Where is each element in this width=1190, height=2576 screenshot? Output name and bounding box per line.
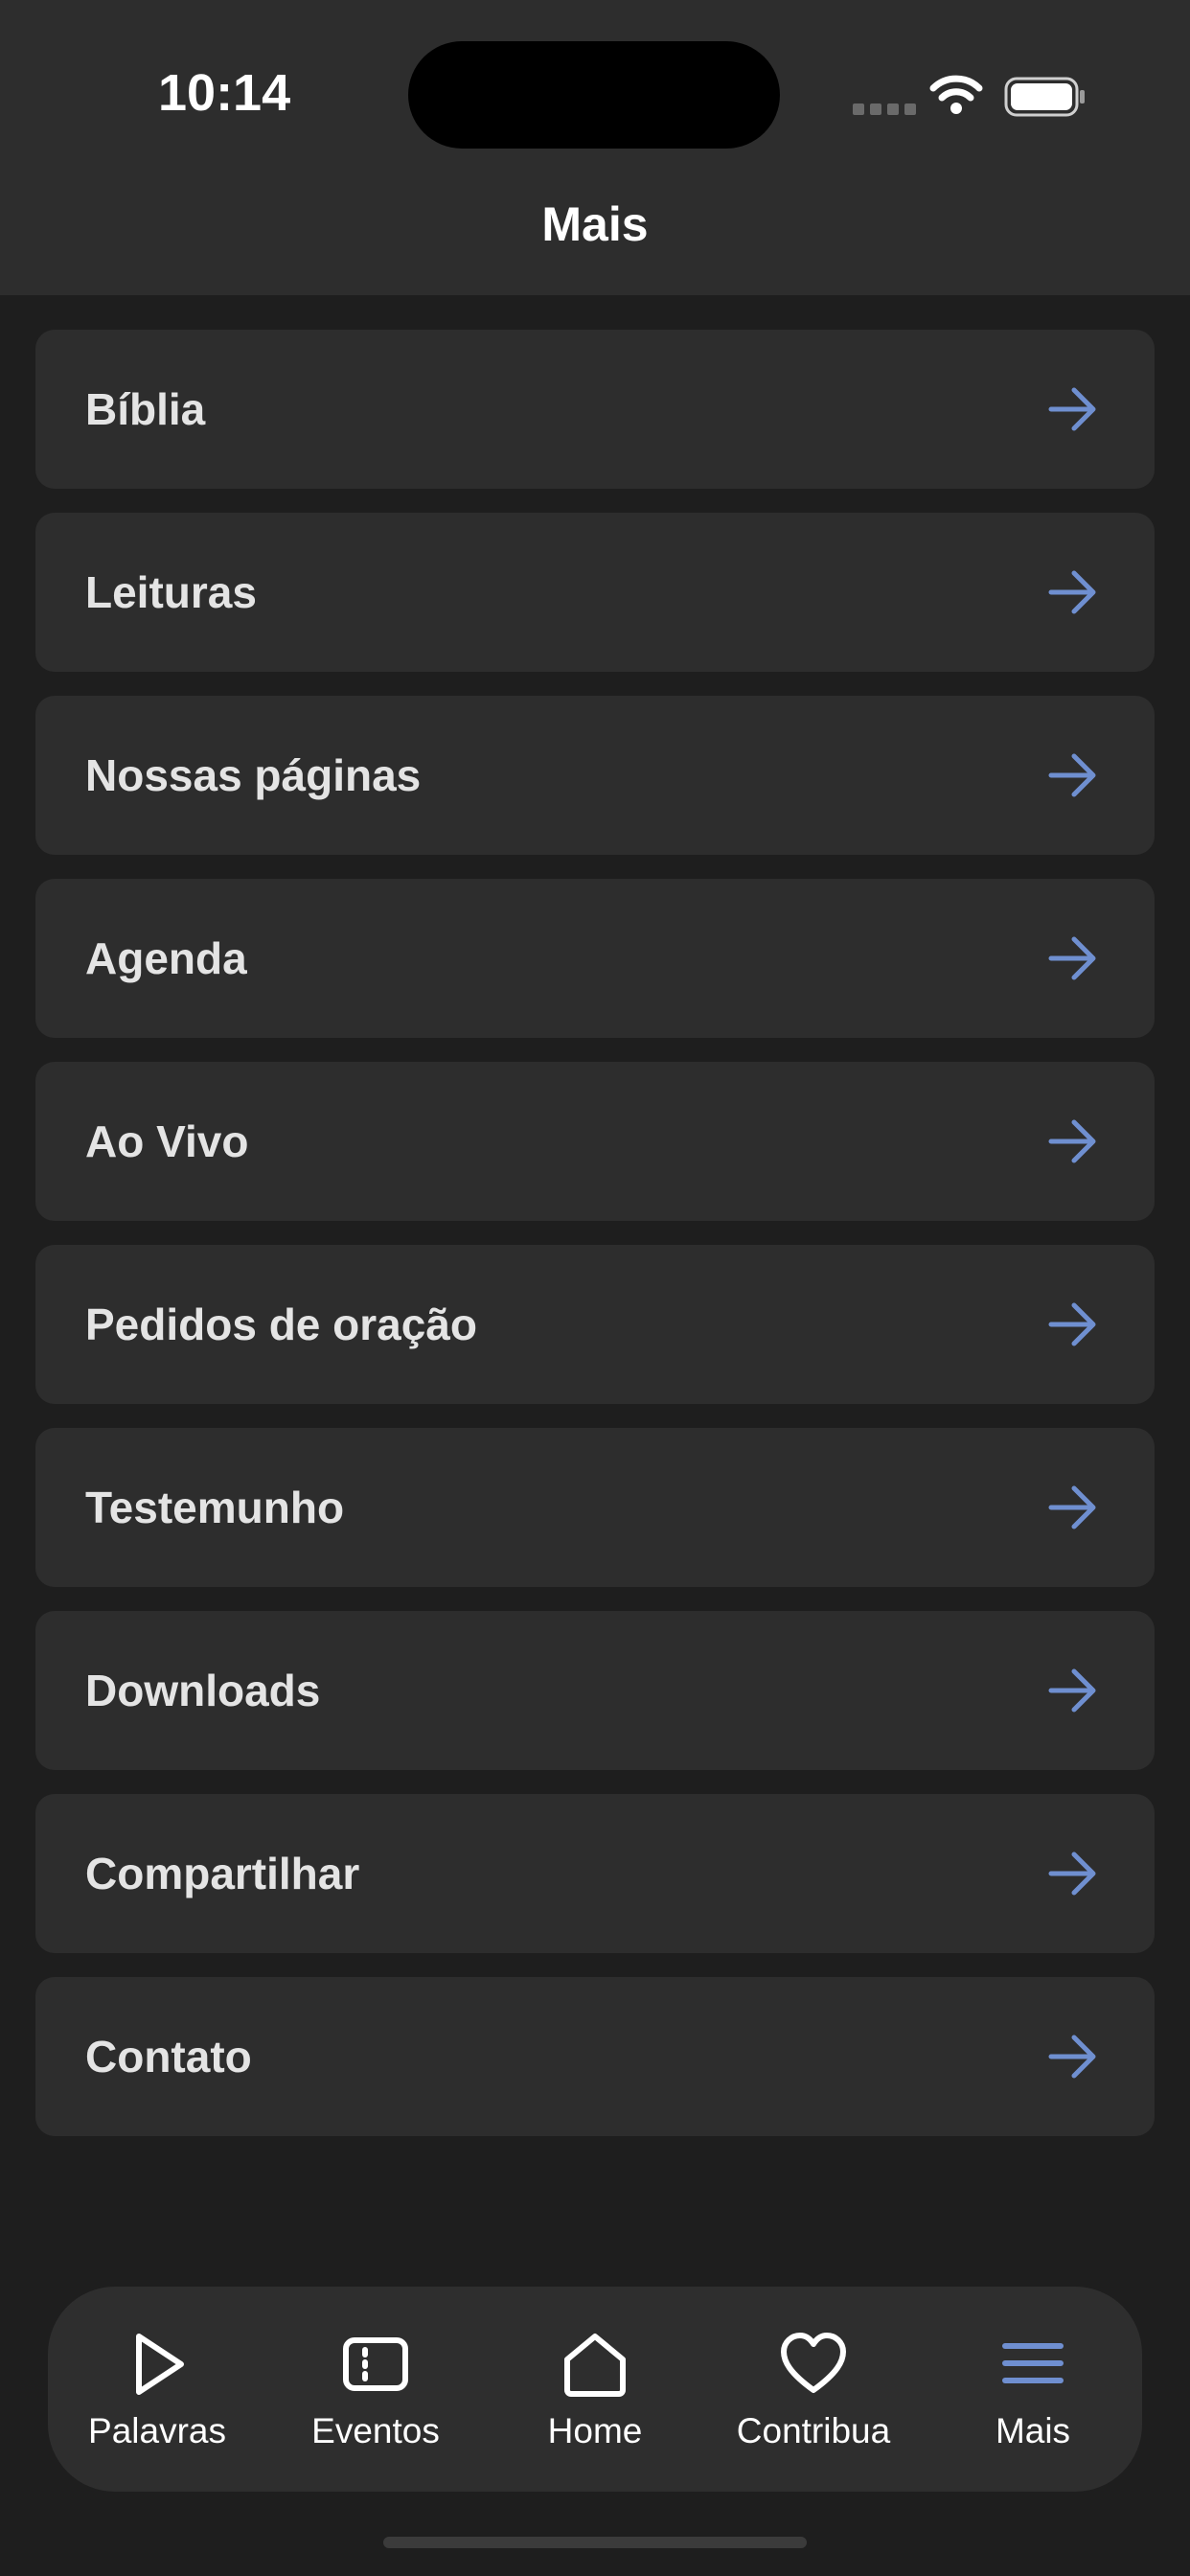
tab-label: Contribua xyxy=(736,2411,891,2450)
menu-item-label: Nossas páginas xyxy=(85,750,422,800)
arrow-right-icon xyxy=(1048,570,1096,614)
header: 10:14 Mais xyxy=(0,0,1190,295)
menu-item-label: Testemunho xyxy=(85,1483,345,1532)
home-icon xyxy=(564,2334,626,2397)
tab-label: Mais xyxy=(995,2411,1071,2450)
menu-item-downloads[interactable]: Downloads xyxy=(35,1611,1155,1770)
tab-label: Home xyxy=(547,2411,643,2450)
menu-item-contato[interactable]: Contato xyxy=(35,1977,1155,2136)
play-icon xyxy=(136,2334,184,2395)
menu-item-label: Compartilhar xyxy=(85,1849,360,1898)
battery-icon xyxy=(1004,77,1085,117)
menu-item-label: Leituras xyxy=(85,567,257,617)
arrow-right-icon xyxy=(1048,936,1096,980)
arrow-right-icon xyxy=(1048,1852,1096,1896)
menu-item-compartilhar[interactable]: Compartilhar xyxy=(35,1794,1155,1953)
menu-item-label: Downloads xyxy=(85,1666,321,1715)
home-indicator xyxy=(383,2537,807,2548)
arrow-right-icon xyxy=(1048,1119,1096,1163)
menu-item-ao-vivo[interactable]: Ao Vivo xyxy=(35,1062,1155,1221)
page-title: Mais xyxy=(541,197,649,251)
ticket-icon xyxy=(343,2337,408,2391)
menu-item-label: Contato xyxy=(85,2032,252,2082)
cellular-signal-icon xyxy=(853,104,916,115)
arrow-right-icon xyxy=(1048,1302,1096,1346)
tab-palavras[interactable]: Palavras xyxy=(48,2287,266,2492)
menu-item-agenda[interactable]: Agenda xyxy=(35,879,1155,1038)
arrow-right-icon xyxy=(1048,1485,1096,1530)
wifi-icon xyxy=(929,75,983,114)
menu-icon xyxy=(1002,2343,1064,2383)
tab-eventos[interactable]: Eventos xyxy=(266,2287,485,2492)
heart-icon xyxy=(781,2333,846,2393)
menu-item-pedidos-de-oracao[interactable]: Pedidos de oração xyxy=(35,1245,1155,1404)
menu-item-biblia[interactable]: Bíblia xyxy=(35,330,1155,489)
tab-label: Eventos xyxy=(311,2411,440,2450)
menu-item-nossas-paginas[interactable]: Nossas páginas xyxy=(35,696,1155,855)
tab-label: Palavras xyxy=(88,2411,226,2450)
arrow-right-icon xyxy=(1048,2035,1096,2079)
tab-mais[interactable]: Mais xyxy=(924,2287,1142,2492)
arrow-right-icon xyxy=(1048,387,1096,431)
arrow-right-icon xyxy=(1048,753,1096,797)
tab-contribua[interactable]: Contribua xyxy=(704,2287,923,2492)
tab-home[interactable]: Home xyxy=(486,2287,704,2492)
status-time: 10:14 xyxy=(158,64,291,122)
dynamic-island xyxy=(408,41,780,149)
menu-item-leituras[interactable]: Leituras xyxy=(35,513,1155,672)
menu-item-testemunho[interactable]: Testemunho xyxy=(35,1428,1155,1587)
tab-bar: Palavras Eventos Home Contribua Mais xyxy=(48,2287,1142,2492)
menu-item-label: Ao Vivo xyxy=(85,1116,249,1166)
menu-list: Bíblia Leituras Nossas páginas Agenda Ao… xyxy=(35,330,1155,2160)
menu-item-label: Pedidos de oração xyxy=(85,1300,478,1349)
menu-item-label: Bíblia xyxy=(85,384,206,434)
menu-item-label: Agenda xyxy=(85,933,247,983)
arrow-right-icon xyxy=(1048,1668,1096,1713)
